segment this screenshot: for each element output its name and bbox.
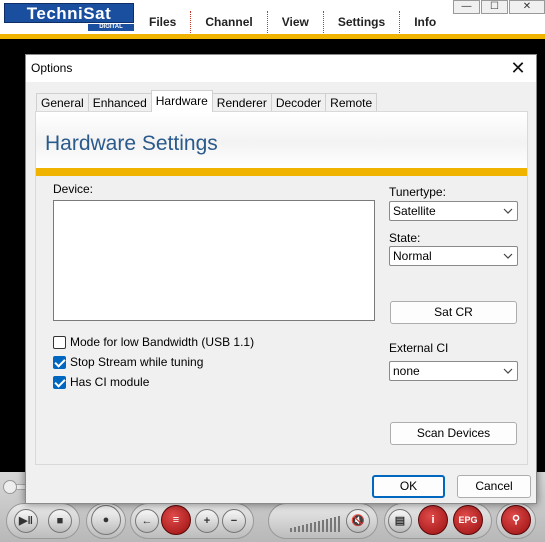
app-close-button[interactable]: ✕ [509,0,545,14]
tab-strip: General Enhanced Hardware Renderer Decod… [36,90,378,112]
stop-stream-label: Stop Stream while tuning [70,355,204,369]
tab-decoder[interactable]: Decoder [270,93,327,112]
epg-icon[interactable]: EPG [453,505,483,535]
has-ci-option[interactable]: Has CI module [53,374,149,390]
chevron-down-icon [503,253,513,259]
chevron-down-icon [503,368,513,374]
menu-settings[interactable]: Settings [324,11,401,33]
dialog-titlebar: Options ✕ [26,55,536,82]
record-icon[interactable]: ● [91,505,121,535]
play-pause-icon[interactable]: ▶‖ [14,509,38,533]
logo-text: TechniSat [4,3,134,23]
channel-list-icon[interactable]: ≡ [161,505,191,535]
low-bandwidth-label: Mode for low Bandwidth (USB 1.1) [70,335,255,349]
low-bandwidth-option[interactable]: Mode for low Bandwidth (USB 1.1) [53,334,254,350]
header-accent-bar [0,34,545,39]
panel-title: Hardware Settings [45,132,218,155]
device-listbox[interactable] [53,200,375,321]
seek-slider-handle[interactable] [3,480,17,494]
minimize-button[interactable]: — [453,0,480,14]
dialog-title: Options [31,61,73,75]
ok-button[interactable]: OK [372,475,445,498]
stop-icon[interactable]: ■ [48,509,72,533]
external-ci-value: none [393,364,420,378]
menu-info[interactable]: Info [400,11,450,33]
tab-hardware[interactable]: Hardware [150,90,213,112]
stop-stream-option[interactable]: Stop Stream while tuning [53,354,203,370]
scan-devices-button[interactable]: Scan Devices [390,422,517,445]
menu-view[interactable]: View [268,11,324,33]
teletext-icon[interactable]: ▤ [388,509,412,533]
tab-enhanced[interactable]: Enhanced [87,93,152,112]
tab-renderer[interactable]: Renderer [211,93,272,112]
tab-general[interactable]: General [36,93,89,112]
info-icon[interactable]: i [418,505,448,535]
state-label: State: [389,231,421,245]
external-ci-select[interactable]: none [389,361,518,381]
technisat-logo: TechniSat DIGITAL [4,3,134,31]
sat-cr-button[interactable]: Sat CR [390,301,517,324]
has-ci-label: Has CI module [70,375,150,389]
search-icon[interactable]: ⚲ [501,505,531,535]
back-icon[interactable]: ← [135,509,159,533]
device-label: Device: [53,182,94,196]
tunertype-select[interactable]: Satellite [389,201,518,221]
state-select[interactable]: Normal [389,246,518,266]
tab-remote[interactable]: Remote [325,93,378,112]
options-dialog: Options ✕ General Enhanced Hardware Rend… [25,54,537,504]
menu-channel[interactable]: Channel [191,11,268,33]
tunertype-value: Satellite [393,204,436,218]
cancel-button[interactable]: Cancel [457,475,531,498]
panel-accent-bar [36,168,527,176]
low-bandwidth-checkbox[interactable] [53,335,66,349]
menu-bar: Files Channel View Settings Info [135,11,450,33]
stop-stream-checkbox[interactable] [53,355,66,369]
hardware-panel: Hardware Settings Device: Mode for low B… [35,111,528,465]
state-value: Normal [393,249,432,263]
has-ci-checkbox[interactable] [53,375,66,389]
chevron-down-icon [503,208,513,214]
tunertype-label: Tunertype: [389,185,446,199]
zoom-in-icon[interactable]: + [195,509,219,533]
app-header: TechniSat DIGITAL Files Channel View Set… [0,0,545,34]
window-controls: — ☐ ✕ [452,0,545,14]
menu-files[interactable]: Files [135,11,192,33]
mute-icon[interactable]: 🔇 [346,509,370,533]
logo-subtext: DIGITAL [88,24,134,31]
maximize-button[interactable]: ☐ [481,0,508,14]
close-icon[interactable]: ✕ [508,58,528,78]
zoom-out-icon[interactable]: − [222,509,246,533]
panel-header: Hardware Settings [36,112,527,168]
external-ci-label: External CI [389,341,449,355]
volume-slider[interactable] [290,512,342,532]
